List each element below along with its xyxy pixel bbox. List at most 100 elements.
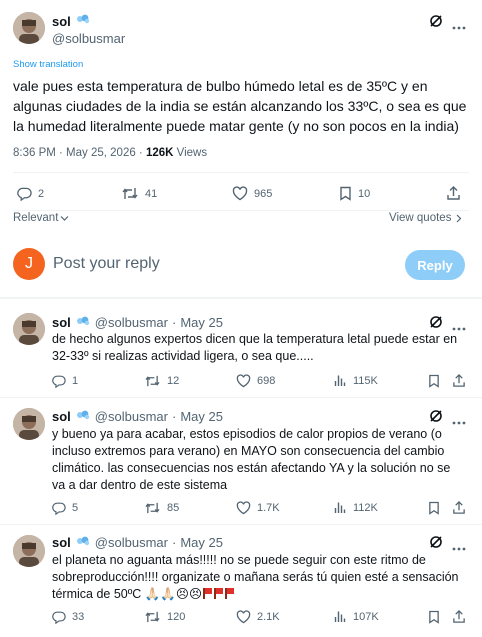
like-button[interactable]: 2.1K (236, 610, 280, 624)
views-button[interactable]: 107K (334, 610, 379, 623)
author-name[interactable]: sol (52, 14, 71, 29)
reply-author-name[interactable]: sol (52, 535, 71, 550)
reply-text-body: el planeta no aguanta más!!!!! no se pue… (52, 553, 459, 601)
views-button[interactable]: 115K (334, 374, 378, 387)
repost-icon (145, 611, 160, 623)
views-icon (334, 502, 346, 513)
repost-count: 120 (167, 611, 186, 623)
like-count: 965 (254, 187, 273, 200)
bookmark-count: 10 (358, 187, 371, 200)
flag-icon (225, 588, 234, 599)
sort-relevant-label: Relevant (13, 212, 59, 224)
repost-count: 12 (167, 375, 180, 387)
reply-date[interactable]: May 25 (180, 409, 223, 424)
views-icon (334, 375, 346, 386)
like-count: 698 (257, 375, 276, 387)
reply-count: 2 (38, 187, 45, 200)
repost-count: 85 (167, 502, 180, 514)
reply-dot: · (171, 535, 177, 550)
bookmark-button[interactable]: 10 (339, 186, 370, 201)
repost-icon (122, 188, 138, 199)
repost-button[interactable]: 41 (121, 186, 157, 201)
fan-badge-icon (75, 535, 91, 550)
reply-author-handle[interactable]: @solbusmar (95, 409, 168, 424)
repost-button[interactable]: 85 (144, 501, 179, 515)
like-count: 1.7K (257, 502, 280, 514)
reply-icon (17, 187, 32, 201)
fan-badge-icon (75, 409, 91, 424)
like-button[interactable]: 1.7K (236, 501, 280, 515)
reply-composer-input[interactable]: Post your reply (53, 255, 160, 273)
chevron-down-icon (60, 215, 69, 221)
like-icon (236, 374, 251, 388)
views-label: Views (173, 147, 208, 159)
reply-icon (52, 611, 66, 624)
avatar[interactable] (13, 408, 45, 440)
bookmark-icon[interactable] (428, 501, 440, 520)
more-icon[interactable] (452, 17, 466, 35)
like-button[interactable]: 698 (236, 374, 275, 388)
bookmark-icon[interactable] (428, 374, 440, 393)
reply-author-handle[interactable]: @solbusmar (95, 315, 168, 330)
repost-icon (145, 502, 160, 514)
repost-count: 41 (145, 187, 158, 200)
bookmark-icon[interactable] (428, 610, 440, 629)
fan-badge-icon (75, 12, 91, 30)
reply-dot: · (171, 315, 177, 330)
share-icon[interactable] (452, 609, 466, 629)
reply-button[interactable]: 2 (17, 186, 44, 201)
views-count: 126K (145, 147, 174, 159)
views-button[interactable]: 112K (334, 501, 378, 514)
avatar[interactable] (13, 313, 45, 345)
reply-dot: · (171, 409, 177, 424)
reply-author-name[interactable]: sol (52, 409, 71, 424)
reply-button[interactable]: 1 (52, 374, 78, 388)
reply-author-name[interactable]: sol (52, 315, 71, 330)
share-icon[interactable] (452, 500, 466, 520)
composer-avatar-letter: J (25, 255, 33, 272)
like-count: 2.1K (257, 611, 280, 623)
reply-icon (52, 502, 66, 515)
reply-button[interactable]: 33 (52, 610, 84, 624)
author-avatar[interactable] (13, 12, 45, 44)
share-icon[interactable] (452, 373, 466, 393)
like-icon (236, 501, 251, 515)
reply-icon (52, 375, 66, 388)
views-count: 112K (353, 501, 378, 514)
post-meta: 8:36 PM · May 25, 2026 · 126K Views (13, 147, 207, 159)
fan-badge-icon (75, 315, 91, 330)
composer-reply-button[interactable]: Reply (405, 250, 465, 280)
reply-text: el planeta no aguanta más!!!!! no se pue… (52, 552, 467, 603)
bookmark-icon (340, 186, 351, 201)
views-icon (334, 611, 346, 622)
reply-text: de hecho algunos expertos dicen que la t… (52, 332, 458, 363)
composer-avatar: J (13, 248, 45, 280)
chevron-right-icon (457, 214, 462, 222)
post-time[interactable]: 8:36 PM · May 25, 2026 · (13, 147, 146, 159)
repost-button[interactable]: 12 (144, 374, 179, 388)
reply-date[interactable]: May 25 (180, 535, 223, 550)
reply-date[interactable]: May 25 (180, 315, 223, 330)
grok-icon[interactable] (428, 13, 444, 34)
reply-count: 33 (72, 611, 85, 623)
views-count: 115K (353, 374, 378, 387)
reply-button[interactable]: 5 (52, 501, 78, 515)
repost-icon (145, 375, 160, 387)
like-icon (232, 186, 248, 201)
view-quotes-label: View quotes (389, 212, 452, 224)
repost-button[interactable]: 120 (144, 610, 185, 624)
flag-icon (214, 588, 223, 599)
share-icon[interactable] (446, 185, 461, 206)
reply-count: 5 (72, 502, 79, 514)
avatar[interactable] (13, 535, 45, 567)
flag-icon (203, 588, 212, 599)
view-quotes-link[interactable]: View quotes (389, 212, 462, 224)
reply-author-handle[interactable]: @solbusmar (95, 535, 168, 550)
sort-relevant-dropdown[interactable]: Relevant (13, 212, 69, 224)
post-text: vale pues esta temperatura de bulbo húme… (13, 78, 467, 134)
author-handle[interactable]: @solbusmar (52, 31, 125, 46)
like-icon (236, 610, 251, 624)
like-button[interactable]: 965 (232, 186, 272, 201)
reply-count: 1 (72, 375, 79, 387)
show-translation-link[interactable]: Show translation (13, 59, 83, 70)
